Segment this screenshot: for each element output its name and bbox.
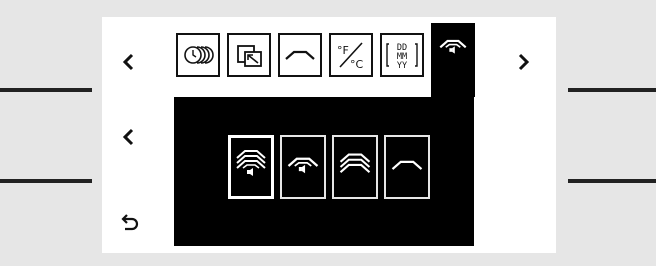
hood-sound-high-option[interactable]: [228, 135, 274, 199]
cycle-tab[interactable]: [227, 33, 271, 77]
date-format-icon: DD MM YY: [386, 43, 418, 71]
timer-icon: [184, 46, 214, 64]
bezel-line-right-top: [568, 88, 656, 92]
next-tab-button[interactable]: [508, 47, 538, 77]
hood-high-icon: [339, 153, 371, 173]
temperature-unit-tab[interactable]: °F °C: [329, 33, 373, 77]
chevron-right-icon: [518, 53, 530, 71]
hood-option[interactable]: [384, 135, 430, 199]
timer-tab[interactable]: [176, 33, 220, 77]
prev-option-button[interactable]: [114, 122, 144, 152]
date-format-tab[interactable]: DD MM YY: [380, 33, 424, 77]
hood-icon: [285, 50, 315, 60]
hood-sound-icon: [287, 157, 319, 174]
bezel-line-left-bottom: [0, 179, 92, 183]
cycle-arrows-icon: [237, 45, 262, 67]
hood-high-option[interactable]: [332, 135, 378, 199]
bezel-line-left-top: [0, 88, 92, 92]
svg-text:YY: YY: [397, 61, 407, 71]
hood-sound-option[interactable]: [280, 135, 326, 199]
display-screen: °F °C DD MM YY: [102, 17, 556, 253]
svg-text:°F: °F: [337, 44, 349, 57]
chevron-left-icon: [122, 53, 134, 71]
svg-text:°C: °C: [350, 58, 364, 71]
back-button[interactable]: [114, 207, 144, 237]
prev-tab-button[interactable]: [114, 47, 144, 77]
hood-sound-high-icon: [236, 150, 266, 176]
chevron-left-icon: [122, 128, 134, 146]
hood-sound-icon: [439, 39, 467, 54]
hood-tab[interactable]: [278, 33, 322, 77]
back-arrow-icon: [121, 214, 139, 231]
hood-sound-tab[interactable]: [431, 23, 475, 97]
bezel-line-right-bottom: [568, 179, 656, 183]
settings-tab-bar: °F °C DD MM YY: [176, 23, 475, 97]
fahrenheit-celsius-icon: °F °C: [337, 42, 364, 71]
hood-icon: [391, 160, 423, 170]
options-panel: [174, 97, 474, 246]
